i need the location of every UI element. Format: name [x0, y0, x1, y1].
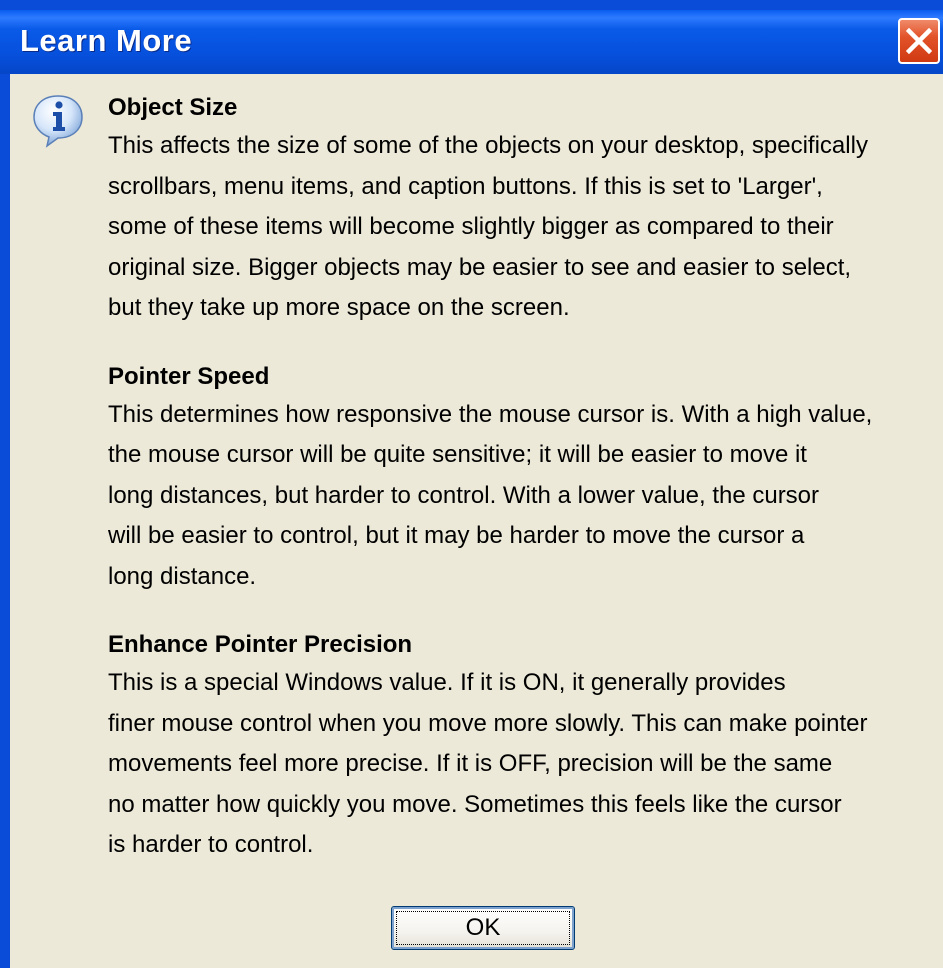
section-line: some of these items will become slightly… [108, 213, 834, 240]
ok-button[interactable]: OK [391, 906, 575, 950]
section-enhance-pointer-precision: Enhance Pointer Precision This is a spec… [108, 627, 938, 866]
ok-button-label: OK [465, 914, 501, 941]
section-line: movements feel more precise. If it is OF… [108, 750, 833, 777]
dialog-content: Object Size This affects the size of som… [108, 90, 938, 866]
section-line: is harder to control. [108, 831, 314, 858]
title-bar[interactable]: Learn More [0, 10, 943, 74]
section-line: This determines how responsive the mouse… [108, 400, 873, 428]
section-object-size: Object Size This affects the size of som… [108, 90, 938, 329]
section-line: will be easier to control, but it may be… [108, 522, 805, 549]
section-pointer-speed: Pointer Speed This determines how respon… [108, 359, 938, 598]
section-heading: Enhance Pointer Precision [108, 631, 413, 658]
dialog-window: Learn More Object Size This affects the … [0, 0, 943, 968]
section-line: the mouse cursor will be quite sensitive… [108, 441, 807, 468]
info-icon [33, 95, 83, 148]
section-line: original size. Bigger objects may be eas… [108, 253, 852, 281]
section-line: scrollbars, menu items, and caption butt… [108, 172, 823, 200]
section-line: no matter how quickly you move. Sometime… [108, 790, 842, 818]
close-icon [906, 28, 932, 54]
section-line: finer mouse control when you move more s… [108, 709, 868, 737]
section-line: This is a special Windows value. If it i… [108, 669, 786, 696]
section-line: but they take up more space on the scree… [108, 294, 570, 321]
section-line: long distances, but harder to control. W… [108, 481, 820, 509]
section-heading: Pointer Speed [108, 362, 270, 390]
dialog-body: Object Size This affects the size of som… [10, 74, 943, 968]
section-line: This affects the size of some of the obj… [108, 132, 868, 159]
close-button[interactable] [898, 18, 940, 64]
window-title: Learn More [20, 23, 193, 58]
section-heading: Object Size [108, 94, 238, 121]
section-line: long distance. [108, 562, 257, 590]
